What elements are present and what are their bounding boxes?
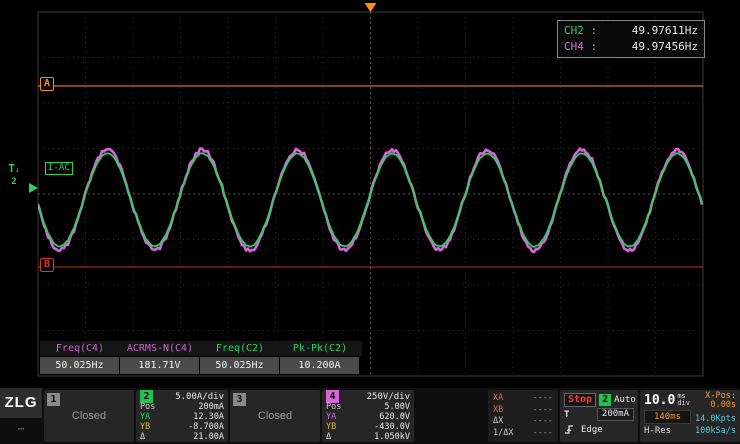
channel-4-delta-label: Δ [326,432,331,442]
timebase-panel[interactable]: 10.0 ms div 140ms H-Res X-Pos: 0.00s 14.… [640,390,740,442]
capture-window-value: 140ms [644,410,691,424]
trigger-mode[interactable]: Auto [614,395,636,405]
delta-x-label: ΔX [493,416,503,428]
channel-1-state: Closed [44,410,134,422]
xb-value: ---- [533,405,553,417]
ch4-label: CH4 : [564,39,597,55]
channel-3-badge: 3 [233,393,246,406]
menu-button[interactable]: ZLG ⋯ [0,388,42,440]
channel-4-yb-value: -430.0V [374,422,410,432]
trigger-t-indicator: T [564,410,574,420]
channel-2-panel[interactable]: 2 5.00A/div Pos 200mA YA 12.30A YB -8.70… [136,390,228,442]
inv-delta-x-label: 1/ΔX [493,428,513,440]
channel-4-pos-value[interactable]: 5.00V [384,402,410,412]
trigger-level-marker[interactable]: T↓ 2 [5,163,23,188]
xa-value: ---- [533,393,553,405]
channel-2-ya-label: YA [140,412,150,422]
timebase-unit-bottom: div [677,400,690,407]
rising-edge-icon [564,424,578,435]
trigger-source-badge: 2 [599,394,611,406]
channel-2-yb-value: -8.700A [188,422,224,432]
cursor-a-handle[interactable]: A [40,77,54,91]
xa-label: XA [493,393,503,405]
ch4-frequency-row: CH4 : 49.97456Hz [564,39,698,55]
coupling-badge: I-AC [45,162,73,175]
trigger-type[interactable]: Edge [581,425,603,435]
channel-2-delta-value: 21.00A [193,432,224,442]
channel-4-yb-label: YB [326,422,336,432]
measurement-label: Pk-Pk(C2) [280,341,360,356]
channel-3-state: Closed [230,410,320,422]
timebase-unit: ms div [677,393,690,407]
channel-3-panel[interactable]: 3 Closed [230,390,320,442]
x-cursor-panel: XA ---- XB ---- ΔX ---- 1/ΔX ---- [488,390,558,442]
channel-4-ya-value: 620.0V [379,412,410,422]
measurement-readouts: Freq(C4) ACRMS-N(C4) Freq(C2) Pk-Pk(C2) … [40,341,362,374]
frequency-readout-box: CH2 : 49.97611Hz CH4 : 49.97456Hz [557,20,705,58]
ch2-frequency-value: 49.97611Hz [632,23,698,39]
timebase-scale-button[interactable]: 10.0 ms div [644,392,691,408]
measurement-labels-row: Freq(C4) ACRMS-N(C4) Freq(C2) Pk-Pk(C2) [40,341,362,356]
measurement-label: Freq(C4) [40,341,120,356]
channel-1-badge: 1 [47,393,60,406]
trigger-source-number: 2 [11,177,16,187]
xb-label: XB [493,405,503,417]
channel-4-ya-label: YA [326,412,336,422]
zlg-logo: ZLG [0,388,42,418]
waveform-display-area: T↓ 2 I-AC A B CH2 : 49.97611Hz CH4 : 49.… [0,0,740,388]
measurement-value: 181.71V [120,357,199,374]
hres-button[interactable]: H-Res [644,424,691,438]
measurement-value: 50.025Hz [200,357,279,374]
memory-depth-value: 14.0Kpts [695,412,736,426]
channel-2-ya-value: 12.30A [193,412,224,422]
channel-4-scale[interactable]: 250V/div [367,392,410,402]
menu-dots-icon: ⋯ [0,418,42,440]
trigger-panel[interactable]: Stop 2 Auto T 200mA Edge [560,390,638,442]
trigger-t-label: T [8,162,15,175]
channel-2-delta-label: Δ [140,432,145,442]
delta-x-value: ---- [533,416,553,428]
channel-2-pos-label: Pos [140,402,155,412]
channel-4-pos-label: Pos [326,402,341,412]
ch2-frequency-row: CH2 : 49.97611Hz [564,23,698,39]
measurement-label: ACRMS-N(C4) [120,341,200,356]
channel-2-pos-value[interactable]: 200mA [198,402,224,412]
waveform-plot [0,0,740,388]
inv-delta-x-value: ---- [533,428,553,440]
x-position-readout: X-Pos: 0.00s [695,392,736,410]
ch4-frequency-value: 49.97456Hz [632,39,698,55]
measurement-values-row: 50.025Hz 181.71V 50.025Hz 10.200A [40,357,362,374]
x-position-value: 0.00s [695,401,736,410]
trigger-arrow-down-icon: ↓ [15,165,20,174]
channel-2-yb-label: YB [140,422,150,432]
measurement-value: 50.025Hz [40,357,119,374]
trigger-level-value[interactable]: 200mA [597,408,634,421]
channel-1-panel[interactable]: 1 Closed [44,390,134,442]
ch2-label: CH2 : [564,23,597,39]
channel-4-panel[interactable]: 4 250V/div Pos 5.00V YA 620.0V YB -430.0… [322,390,414,442]
channel-2-scale[interactable]: 5.00A/div [175,392,224,402]
measurement-value: 10.200A [280,357,359,374]
sample-rate-value: 100kSa/s [695,426,736,437]
cursor-b-handle[interactable]: B [40,258,54,272]
timebase-scale-value: 10.0 [644,393,675,408]
acquisition-status-button[interactable]: Stop [564,393,596,407]
measurement-label: Freq(C2) [200,341,280,356]
bottom-control-bar: ZLG ⋯ 1 Closed 2 5.00A/div Pos 200mA YA … [0,388,740,444]
channel-4-delta-value: 1.050kV [374,432,410,442]
